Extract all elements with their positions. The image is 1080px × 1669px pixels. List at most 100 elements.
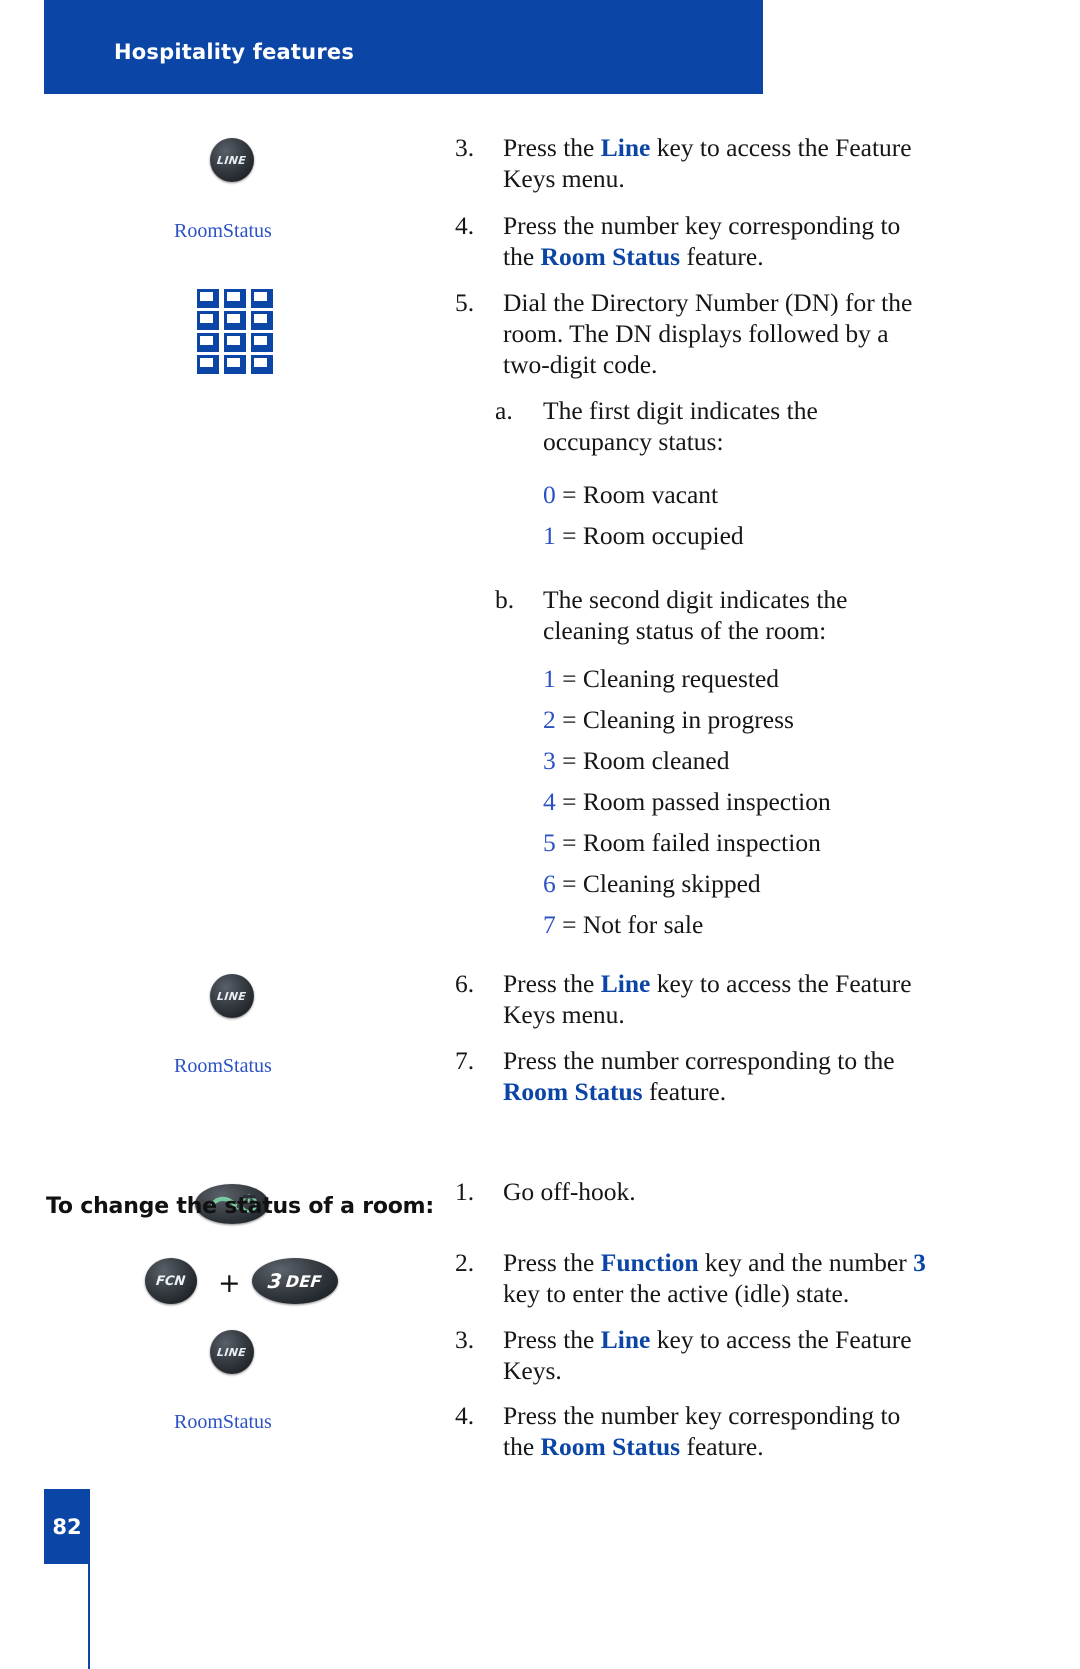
room-status-softkey-label-1: RoomStatus: [174, 220, 272, 242]
substep-letter: b.: [495, 585, 515, 614]
step-text: Press the Function key and the number 3 …: [503, 1248, 926, 1309]
step-number: 3.: [455, 1325, 475, 1354]
list-item: 2. Press the Function key and the number…: [455, 1247, 930, 1309]
code-digit: 2: [543, 705, 556, 734]
code-label: = Room failed inspection: [562, 828, 821, 857]
list-item: a. The first digit indicates the occupan…: [495, 395, 905, 457]
section-heading: To change the status of a room:: [46, 1194, 434, 1219]
plus-separator: +: [218, 1268, 241, 1299]
icon-column: LINE RoomStatus LINE RoomStatus FCN + 3 …: [40, 94, 440, 1474]
list-item: 3. Press the Line key to access the Feat…: [455, 1324, 925, 1386]
footer-edge-rule: [88, 1489, 90, 1669]
line-key-label: LINE: [216, 1345, 248, 1359]
three-def-key-number: 3: [266, 1269, 284, 1293]
code-line: 0 = Room vacant: [543, 479, 718, 510]
highlighted-term: Room Status: [503, 1077, 643, 1107]
code-line: 4 = Room passed inspection: [543, 786, 831, 817]
step-number: 1.: [455, 1177, 475, 1206]
code-digit: 6: [543, 869, 556, 898]
dialpad-key: [197, 289, 219, 308]
highlighted-term: 3: [913, 1248, 926, 1277]
line-key-label: LINE: [216, 153, 248, 167]
code-digit: 3: [543, 746, 556, 775]
list-item: 5. Dial the Directory Number (DN) for th…: [455, 287, 925, 380]
substep-letter: a.: [495, 396, 513, 425]
step-number: 4.: [455, 1401, 475, 1430]
step-text: Press the Line key to access the Feature…: [503, 969, 912, 1030]
dialpad-key: [251, 311, 273, 330]
highlighted-term: Function: [600, 1248, 699, 1277]
three-def-key-icon: 3 DEF: [252, 1258, 338, 1304]
fcn-key-label: FCN: [155, 1273, 187, 1289]
dialpad-key: [251, 289, 273, 308]
step-text: Go off-hook.: [503, 1177, 636, 1206]
code-label: = Room occupied: [562, 521, 744, 550]
dialpad-key: [251, 355, 273, 374]
page-number-badge: 82: [44, 1489, 90, 1564]
dialpad-key: [224, 311, 246, 330]
step-text: Press the Line key to access the Feature…: [503, 133, 912, 194]
code-label: = Cleaning skipped: [562, 869, 761, 898]
step-number: 4.: [455, 211, 475, 240]
list-item: 6. Press the Line key to access the Feat…: [455, 968, 925, 1030]
fcn-key-icon: FCN: [145, 1258, 197, 1304]
code-digit: 0: [543, 480, 556, 509]
code-digit: 7: [543, 910, 556, 939]
code-label: = Cleaning in progress: [562, 705, 794, 734]
line-key-label: LINE: [216, 989, 248, 1003]
step-text: Press the number corresponding to the Ro…: [503, 1046, 895, 1107]
step-number: 3.: [455, 133, 475, 162]
step-number: 2.: [455, 1248, 475, 1277]
line-key-icon: LINE: [210, 974, 254, 1018]
substep-text: The first digit indicates the occupancy …: [543, 396, 818, 457]
code-digit: 4: [543, 787, 556, 816]
code-digit: 1: [543, 664, 556, 693]
page-title: Hospitality features: [114, 40, 355, 64]
list-item: 3. Press the Line key to access the Feat…: [455, 132, 925, 194]
code-line: 5 = Room failed inspection: [543, 827, 821, 858]
dialpad-key: [224, 333, 246, 352]
step-number: 7.: [455, 1046, 475, 1075]
step-text: Dial the Directory Number (DN) for the r…: [503, 288, 913, 380]
code-line: 2 = Cleaning in progress: [543, 704, 794, 735]
code-label: = Room vacant: [562, 480, 719, 509]
highlighted-term: Line: [600, 969, 651, 998]
code-line: 3 = Room cleaned: [543, 745, 729, 776]
code-label: = Cleaning requested: [562, 664, 780, 693]
highlighted-term: Room Status: [540, 242, 681, 272]
code-line: 7 = Not for sale: [543, 909, 703, 940]
three-def-key-letters: DEF: [285, 1271, 323, 1291]
list-item: 4. Press the number key corresponding to…: [455, 210, 925, 272]
room-status-softkey-label-3: RoomStatus: [174, 1411, 272, 1433]
code-line: 1 = Cleaning requested: [543, 663, 779, 694]
step-number: 6.: [455, 969, 475, 998]
list-item: 7. Press the number corresponding to the…: [455, 1045, 920, 1107]
line-key-icon: LINE: [210, 138, 254, 182]
page-number: 82: [52, 1514, 82, 1539]
step-number: 5.: [455, 288, 475, 317]
list-item: 4. Press the number key corresponding to…: [455, 1400, 925, 1462]
code-label: = Room passed inspection: [562, 787, 831, 816]
list-item: 1. Go off-hook.: [455, 1176, 925, 1207]
room-status-softkey-label-2: RoomStatus: [174, 1055, 272, 1077]
dialpad-key: [224, 355, 246, 374]
step-text: Press the number key corresponding to th…: [503, 211, 901, 272]
dialpad-key: [197, 355, 219, 374]
step-text: Press the Line key to access the Feature…: [503, 1325, 912, 1386]
code-line: 1 = Room occupied: [543, 520, 744, 551]
highlighted-term: Room Status: [540, 1432, 681, 1462]
code-digit: 1: [543, 521, 556, 550]
dialpad-key: [251, 333, 273, 352]
dialpad-key: [224, 289, 246, 308]
dialpad-key: [197, 333, 219, 352]
highlighted-term: Line: [600, 133, 651, 162]
list-item: b. The second digit indicates the cleani…: [495, 584, 925, 646]
substep-text: The second digit indicates the cleaning …: [543, 585, 848, 646]
step-text: Press the number key corresponding to th…: [503, 1401, 901, 1462]
code-digit: 5: [543, 828, 556, 857]
dialpad-key: [197, 311, 219, 330]
highlighted-term: Line: [600, 1325, 651, 1354]
line-key-icon: LINE: [210, 1330, 254, 1374]
dialpad-icon: [197, 289, 273, 374]
code-label: = Room cleaned: [562, 746, 730, 775]
